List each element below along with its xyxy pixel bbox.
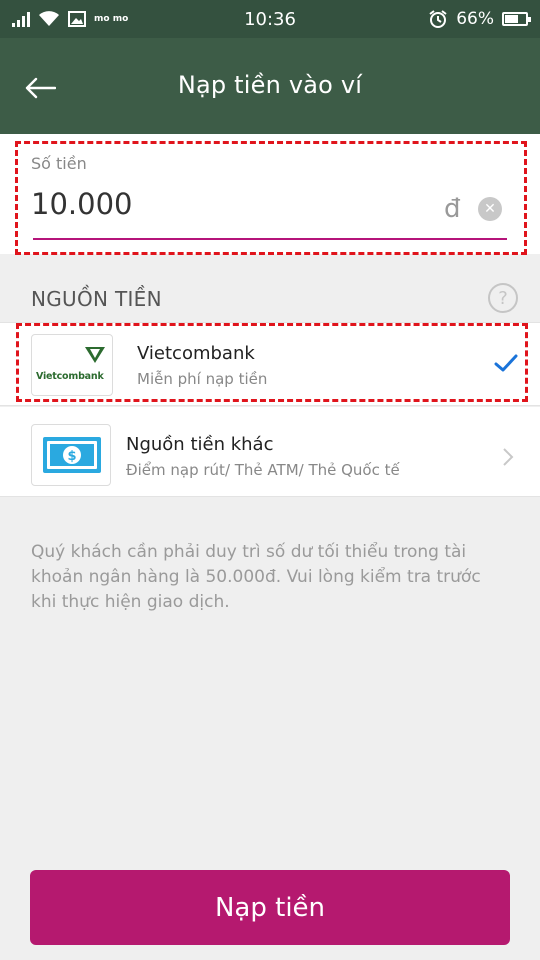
- min-balance-notice: Quý khách cần phải duy trì số dư tối thi…: [31, 542, 481, 612]
- status-time: 10:36: [244, 8, 296, 30]
- amount-highlight-box: [15, 141, 527, 255]
- svg-text:$: $: [67, 449, 76, 464]
- chevron-right-icon: [503, 448, 514, 466]
- top-up-button[interactable]: Nạp tiền: [30, 870, 510, 945]
- source-name: Nguồn tiền khác: [126, 434, 274, 455]
- status-bar: mo mo 10:36 66%: [0, 0, 540, 38]
- vietcombank-highlight-box: [16, 323, 528, 402]
- battery-icon: [502, 12, 531, 26]
- app-header: Nạp tiền vào ví: [0, 38, 540, 134]
- source-subtitle: Điểm nạp rút/ Thẻ ATM/ Thẻ Quốc tế: [126, 461, 400, 479]
- source-item-other[interactable]: $ Nguồn tiền khác Điểm nạp rút/ Thẻ ATM/…: [0, 407, 540, 497]
- banknote-icon: $: [43, 437, 101, 473]
- help-icon[interactable]: ?: [488, 283, 518, 313]
- page-title: Nạp tiền vào ví: [177, 71, 363, 99]
- money-logo: $: [31, 424, 111, 486]
- section-title-sources: NGUỒN TIỀN: [31, 287, 162, 311]
